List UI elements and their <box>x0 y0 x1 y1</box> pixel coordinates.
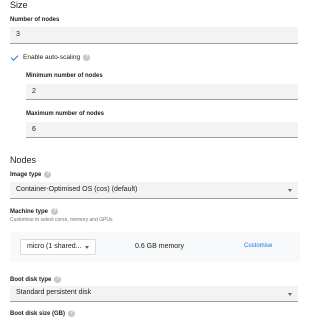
help-icon[interactable]: ? <box>51 208 59 215</box>
number-of-nodes-label: Number of nodes <box>10 17 60 23</box>
help-icon[interactable]: ? <box>54 276 62 283</box>
number-of-nodes-value: 3 <box>16 31 20 38</box>
min-nodes-label: Minimum number of nodes <box>26 73 103 79</box>
chevron-down-icon <box>288 189 292 192</box>
max-nodes-value: 6 <box>32 126 36 133</box>
max-nodes-label: Maximum number of nodes <box>26 111 105 117</box>
boot-disk-type-select[interactable]: Standard persistent disk <box>10 286 298 302</box>
help-icon[interactable]: ? <box>68 310 76 317</box>
customise-link[interactable]: Customise <box>244 243 272 249</box>
min-nodes-input[interactable]: 2 <box>26 84 298 100</box>
size-section-title: Size <box>10 0 28 10</box>
machine-type-value: micro (1 shared... <box>27 243 82 250</box>
chevron-down-icon <box>288 293 292 296</box>
autoscaling-label: Enable auto-scaling? <box>23 54 91 62</box>
machine-type-hint: Customise to select cores, memory and GP… <box>10 217 113 223</box>
max-nodes-input[interactable]: 6 <box>26 122 298 138</box>
checkmark-icon[interactable] <box>10 53 19 61</box>
nodes-section-title: Nodes <box>10 155 37 165</box>
machine-type-panel: micro (1 shared... 0.6 GB memory Customi… <box>10 232 300 262</box>
chevron-down-icon <box>85 246 89 249</box>
image-type-value: Container-Optimised OS (cos) (default) <box>16 186 138 193</box>
min-nodes-value: 2 <box>32 88 36 95</box>
machine-type-dropdown[interactable]: micro (1 shared... <box>20 239 96 255</box>
machine-type-label: Machine type? <box>10 208 59 216</box>
autoscaling-checkbox-row[interactable]: Enable auto-scaling? <box>10 53 210 63</box>
boot-disk-size-label: Boot disk size (GB)? <box>10 310 76 318</box>
help-icon[interactable]: ? <box>83 54 91 61</box>
number-of-nodes-input[interactable]: 3 <box>10 27 298 44</box>
boot-disk-type-value: Standard persistent disk <box>16 289 92 296</box>
machine-memory: 0.6 GB memory <box>135 243 185 250</box>
image-type-label: Image type? <box>10 171 52 179</box>
image-type-select[interactable]: Container-Optimised OS (cos) (default) <box>10 182 298 199</box>
help-icon[interactable]: ? <box>44 171 52 178</box>
boot-disk-type-label: Boot disk type? <box>10 276 62 284</box>
